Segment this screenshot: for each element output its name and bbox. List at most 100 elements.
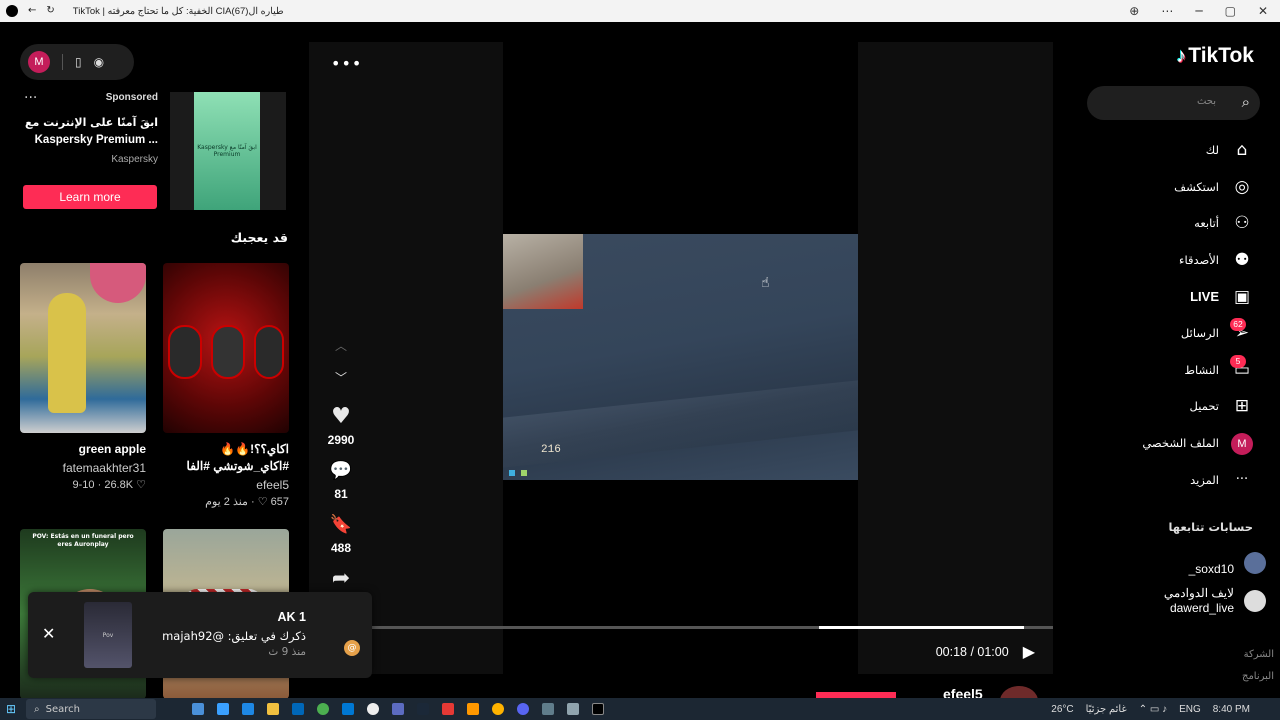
card-thumbnail[interactable]: [20, 263, 146, 433]
weather-temp[interactable]: 26°C: [1051, 704, 1073, 715]
taskbar-apps: [192, 703, 604, 715]
notepad-icon[interactable]: [542, 703, 554, 715]
chrome-icon[interactable]: [317, 703, 329, 715]
account-avatar[interactable]: [1244, 590, 1266, 612]
app-icon[interactable]: [567, 703, 579, 715]
nav-item-profile[interactable]: الملف الشخصي M: [1075, 425, 1280, 462]
progress-fill: [819, 626, 1025, 629]
close-icon[interactable]: ✕: [42, 624, 55, 643]
maximize-icon[interactable]: ▢: [1225, 5, 1236, 17]
notification-toast[interactable]: ✕ Pov AK 1 ذكرك في تعليق: @majah92 منذ 9…: [28, 592, 372, 678]
phone-icon[interactable]: ▯: [75, 55, 82, 69]
game-hud-value: 216: [541, 444, 561, 456]
next-post-avatar[interactable]: [1000, 686, 1038, 698]
nav-item-more[interactable]: المزيد ···: [1075, 461, 1280, 498]
more-options-icon[interactable]: •••: [331, 54, 362, 73]
taskbar-search[interactable]: ⌕ Search: [26, 699, 156, 719]
tiktok-logo[interactable]: ♪ TikTok: [1176, 44, 1254, 68]
account-name: لايف الدوادمي dawerd_live: [1164, 586, 1234, 616]
nav-item-activity[interactable]: النشاط ▭ 5: [1075, 352, 1280, 389]
language-indicator[interactable]: ENG: [1179, 704, 1201, 715]
search-input[interactable]: بحث ⌕: [1087, 86, 1260, 120]
notification-message: ذكرك في تعليق: @majah92: [162, 629, 306, 643]
bookmark-icon: 🔖: [329, 514, 353, 535]
nav-label: LIVE: [1190, 289, 1219, 305]
sponsored-label: Sponsored: [105, 92, 158, 103]
like-button[interactable]: ♥ 2990: [328, 405, 355, 448]
task-view-icon[interactable]: [192, 703, 204, 715]
copilot-icon[interactable]: [217, 703, 229, 715]
nav-item-explore[interactable]: استكشف ◎: [1075, 169, 1280, 206]
user-avatar[interactable]: M: [28, 51, 50, 73]
weather-condition: غائم جزئيًا: [1085, 703, 1127, 715]
account-name: _soxd10: [1189, 562, 1234, 577]
discord-icon[interactable]: [517, 703, 529, 715]
bookmark-button[interactable]: 🔖 488: [330, 513, 352, 555]
app-icon[interactable]: [492, 703, 504, 715]
app-icon[interactable]: [442, 703, 454, 715]
previous-video-icon[interactable]: ︿: [335, 329, 347, 361]
play-icon[interactable]: ▶: [1023, 642, 1035, 661]
minimize-icon[interactable]: ─: [1195, 5, 1202, 17]
video-progress-bar[interactable]: [369, 626, 1053, 629]
nav-item-friends[interactable]: الأصدقاء ⚉: [1075, 242, 1280, 279]
obs-icon[interactable]: [367, 703, 379, 715]
search-icon[interactable]: ⌕: [1242, 93, 1250, 111]
ad-options-icon[interactable]: ···: [24, 90, 37, 106]
nav-item-following[interactable]: أتابعه ⚇: [1075, 205, 1280, 242]
zoom-icon[interactable]: ⊕: [1129, 5, 1139, 17]
suggestion-card[interactable]: اكاي؟؟!🔥🔥#اكاي_شوتشي #الفا #عبدلله_المهن…: [163, 263, 289, 508]
nav-item-upload[interactable]: تحميل ⊞: [1075, 388, 1280, 425]
ad-text-line2: Kaspersky Premium ...: [34, 134, 158, 146]
account-avatar[interactable]: [1244, 551, 1266, 574]
tiktok-compass-icon[interactable]: ◉: [94, 55, 104, 69]
comment-button[interactable]: 💬 81: [330, 459, 352, 501]
nav-item-live[interactable]: LIVE ▣: [1075, 278, 1280, 315]
search-icon: ⌕: [34, 703, 40, 715]
clock[interactable]: 8:40 PM: [1213, 704, 1250, 715]
card-thumbnail[interactable]: [163, 263, 289, 433]
ad-thumbnail[interactable]: ابقَ آمنًا مع Kaspersky Premium: [170, 92, 286, 210]
vlc-icon[interactable]: [467, 703, 479, 715]
video-stage: ••• 216 ☝ ︿ ﹀ ♥ 2990 💬 81 🔖 488 ➦ 00:18 …: [309, 42, 1053, 674]
windows-taskbar: ⊞ ⌕ Search 26°C غائم جزئيًا ⌃ ▭ ♪ ENG 8:…: [0, 698, 1280, 720]
tiktok-app-icon[interactable]: [592, 703, 604, 715]
footer-link[interactable]: الشركة: [1242, 644, 1274, 666]
share-button[interactable]: ➦: [332, 567, 350, 591]
nav-label: تحميل: [1189, 399, 1219, 414]
followed-account[interactable]: _soxd10: [1189, 548, 1266, 577]
steam-icon[interactable]: [417, 703, 429, 715]
system-tray: 26°C غائم جزئيًا ⌃ ▭ ♪ ENG 8:40 PM: [1051, 704, 1280, 715]
close-icon[interactable]: ✕: [1258, 5, 1268, 17]
reload-icon[interactable]: ↻: [46, 6, 54, 16]
back-arrow-icon[interactable]: ←: [28, 6, 36, 16]
extensions-icon[interactable]: ⋯: [1161, 5, 1173, 17]
followed-account[interactable]: لايف الدوادمي dawerd_live: [1164, 586, 1266, 616]
next-video-icon[interactable]: ﹀: [335, 361, 347, 393]
notification-thumbnail[interactable]: Pov: [84, 602, 132, 668]
footer-link[interactable]: البرنامج: [1242, 666, 1274, 688]
windows-start-icon[interactable]: ⊞: [0, 698, 22, 720]
account-handle: dawerd_live: [1169, 601, 1234, 615]
learn-more-button[interactable]: Learn more: [23, 185, 157, 209]
card-author[interactable]: fatemaakhter31: [20, 461, 146, 475]
app-icon[interactable]: [392, 703, 404, 715]
tiktok-app: M ▯ ◉ ··· Sponsored ابقَ آمنًا على الإنت…: [0, 22, 1280, 698]
outlook-icon[interactable]: [342, 703, 354, 715]
card-author[interactable]: efeel5: [163, 478, 289, 492]
tray-icons[interactable]: ⌃ ▭ ♪: [1139, 704, 1167, 715]
nav-label: الرسائل: [1180, 326, 1219, 341]
mouse-cursor-icon: ☝: [761, 275, 770, 291]
suggestion-card[interactable]: green apple fatemaakhter31 9-10 · 26.8K …: [20, 263, 146, 491]
nav-item-messages[interactable]: الرسائل ➢ 62: [1075, 315, 1280, 352]
upload-icon: ⊞: [1234, 396, 1250, 417]
file-explorer-icon[interactable]: [267, 703, 279, 715]
comment-count: 81: [334, 487, 348, 501]
edge-icon[interactable]: [242, 703, 254, 715]
video-player[interactable]: 216: [503, 234, 858, 480]
messages-badge: 62: [1230, 317, 1246, 331]
nav-label: المزيد: [1190, 472, 1219, 487]
store-icon[interactable]: [292, 703, 304, 715]
taskbar-search-label: Search: [45, 703, 80, 715]
nav-item-for-you[interactable]: لك ⌂: [1075, 132, 1280, 169]
